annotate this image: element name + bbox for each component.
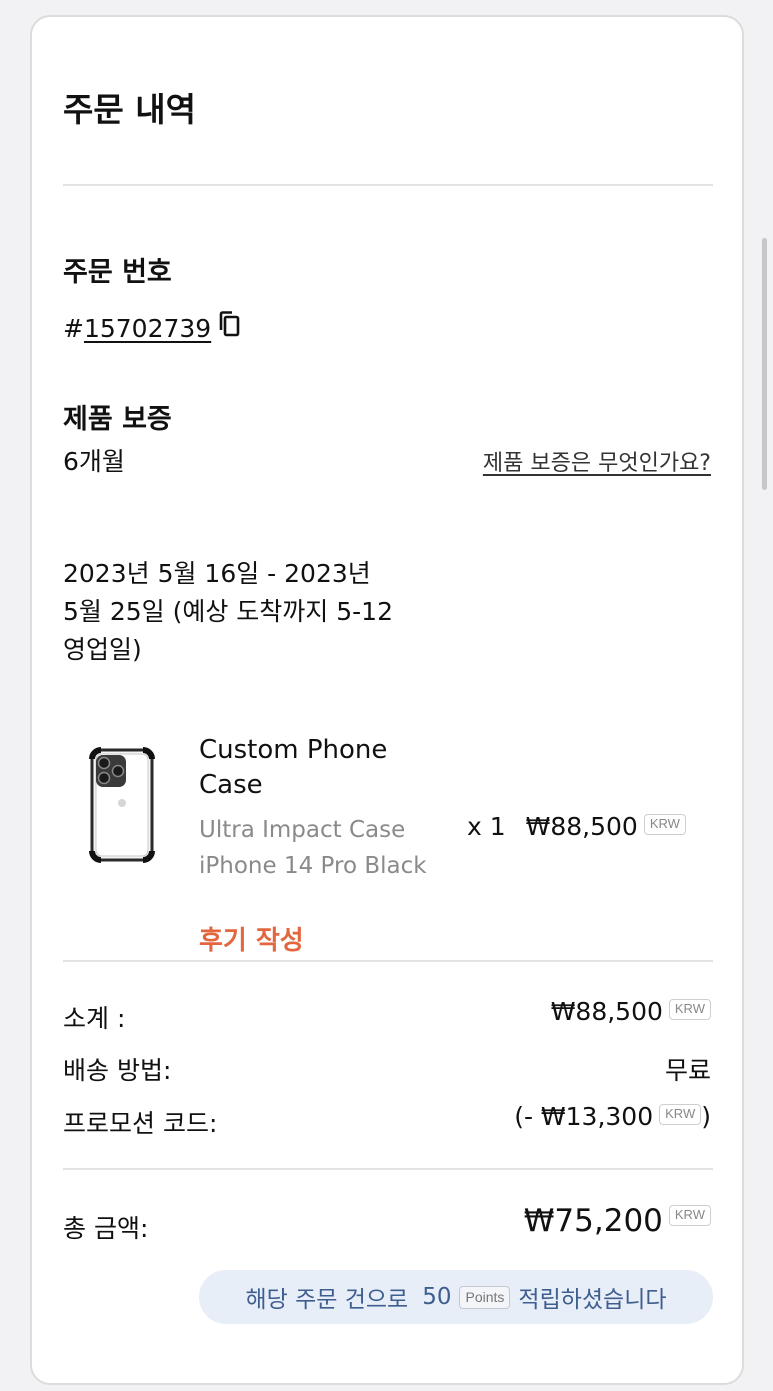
product-quantity: x 1 bbox=[467, 812, 506, 841]
divider bbox=[63, 184, 713, 186]
total-amount: ₩75,200 bbox=[523, 1203, 663, 1239]
shipping-value: 무료 bbox=[664, 1056, 711, 1085]
product-quantity-price: x 1 ₩88,500 KRW bbox=[467, 812, 686, 841]
order-number-value[interactable]: 15702739 bbox=[84, 314, 211, 343]
total-value: ₩75,200 KRW bbox=[524, 1203, 711, 1239]
divider bbox=[63, 960, 713, 962]
promo-open: (- bbox=[514, 1102, 541, 1131]
shipping-label: 배송 방법: bbox=[63, 1056, 172, 1085]
promo-code-label: 프로모션 코드: bbox=[63, 1109, 218, 1138]
points-prefix: 해당 주문 건으로 bbox=[245, 1287, 409, 1313]
warranty-value: 6개월 bbox=[63, 447, 125, 476]
subtotal-label: 소계 : bbox=[63, 1004, 126, 1033]
write-review-link[interactable]: 후기 작성 bbox=[199, 920, 304, 957]
currency-badge: KRW bbox=[668, 999, 711, 1020]
subtotal-value: ₩88,500 KRW bbox=[551, 997, 711, 1026]
subtotal-amount: ₩88,500 bbox=[550, 997, 663, 1026]
points-suffix: 적립하셨습니다 bbox=[518, 1287, 667, 1313]
divider bbox=[63, 1168, 713, 1170]
points-amount: 50 bbox=[422, 1284, 452, 1310]
points-unit-badge: Points bbox=[459, 1285, 511, 1309]
currency-badge: KRW bbox=[668, 1205, 711, 1226]
scrollbar[interactable] bbox=[762, 238, 767, 490]
product-variant: Ultra Impact Case iPhone 14 Pro Black bbox=[199, 817, 427, 879]
order-details-card: 주문 내역 주문 번호 #15702739 제품 보증 6개월 제품 보증은 무… bbox=[30, 15, 744, 1385]
warranty-info-link[interactable]: 제품 보증은 무엇인가요? bbox=[483, 445, 711, 477]
product-price: ₩88,500 bbox=[525, 812, 638, 841]
warranty-label: 제품 보증 bbox=[63, 404, 172, 435]
delivery-estimate: 2023년 5월 16일 - 2023년 5월 25일 (예상 도착까지 5-1… bbox=[63, 559, 393, 664]
promo-amount: ₩13,300 bbox=[540, 1102, 654, 1131]
copy-icon[interactable] bbox=[217, 310, 241, 344]
currency-badge: KRW bbox=[643, 814, 686, 835]
order-number-prefix: # bbox=[63, 314, 84, 343]
currency-badge: KRW bbox=[659, 1104, 702, 1125]
order-number: #15702739 bbox=[63, 311, 241, 344]
phone-case-image bbox=[88, 747, 156, 867]
promo-close: ) bbox=[701, 1102, 711, 1131]
total-label: 총 금액: bbox=[63, 1214, 149, 1243]
page-title: 주문 내역 bbox=[63, 90, 196, 129]
promo-code-value: (- ₩13,300 KRW) bbox=[514, 1102, 711, 1131]
product-name[interactable]: Custom Phone Case bbox=[199, 733, 439, 803]
order-number-label: 주문 번호 bbox=[63, 257, 172, 288]
points-earned-banner: 해당 주문 건으로 50 Points 적립하셨습니다 bbox=[199, 1270, 713, 1324]
